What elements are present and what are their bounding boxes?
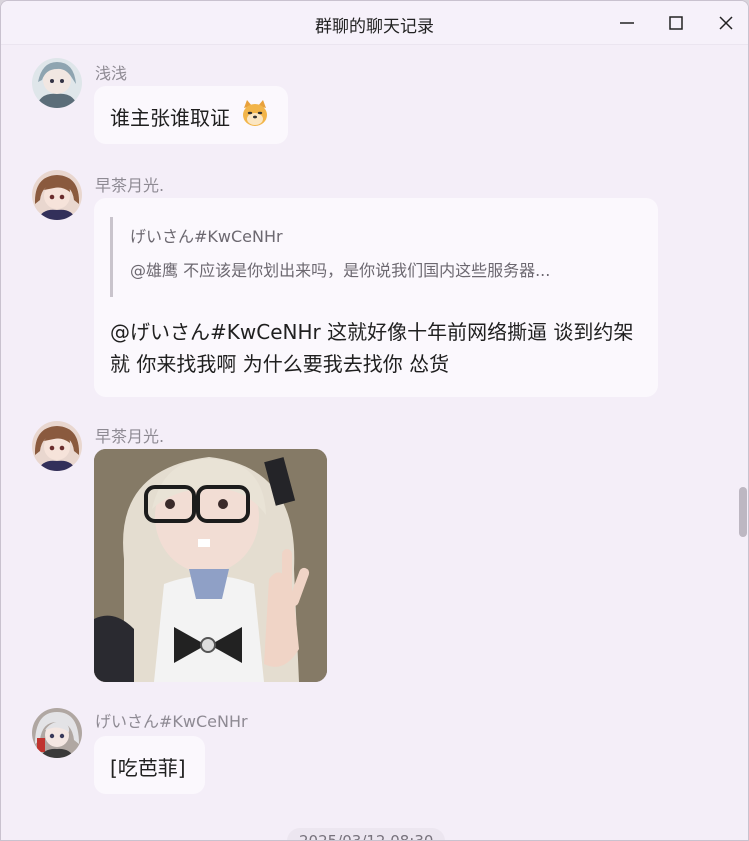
date-divider: 2025/03/12 08:30 [287,828,446,840]
close-button[interactable] [706,9,746,37]
sender-name: 早茶月光. [95,176,165,195]
message-text: @げいさん#KwCeNHr 这就好像十年前网络撕逼 谈到约架就 你来找我啊 为什… [110,320,634,376]
message-text: [吃芭菲] [110,756,186,780]
minimize-icon [620,22,634,24]
quoted-text: @雄鹰 不应该是你划出来吗，是你说我们国内这些服务器... [130,261,551,280]
title-bar: 群聊的聊天记录 [1,1,748,45]
maximize-icon [669,16,683,30]
avatar[interactable] [32,708,82,758]
close-icon [719,16,733,30]
avatar[interactable] [32,421,82,471]
message-bubble[interactable]: 谁主张谁取证 [94,86,288,144]
message-bubble[interactable]: げいさん#KwCeNHr @雄鹰 不应该是你划出来吗，是你说我们国内这些服务器.… [94,198,658,397]
message-bubble[interactable]: [吃芭菲] [94,736,205,794]
message-text: 谁主张谁取证 [110,106,230,130]
avatar[interactable] [32,170,82,220]
minimize-button[interactable] [607,9,647,37]
chat-history-window: 群聊的聊天记录 浅浅 谁主张谁取证 早茶月光. げいさん#KwCeNHr @雄鹰… [0,0,749,841]
maximize-button[interactable] [656,9,696,37]
avatar[interactable] [32,58,82,108]
sender-name: げいさん#KwCeNHr [95,712,248,731]
scrollbar-thumb[interactable] [739,487,747,537]
image-message[interactable] [94,449,327,682]
quoted-message[interactable]: げいさん#KwCeNHr @雄鹰 不应该是你划出来吗，是你说我们国内这些服务器.… [110,217,630,297]
quoted-sender: げいさん#KwCeNHr [130,227,283,246]
doge-emoji-icon [243,100,267,126]
sender-name: 浅浅 [95,64,128,83]
message-list[interactable]: 浅浅 谁主张谁取证 早茶月光. げいさん#KwCeNHr @雄鹰 不应该是你划出… [1,46,748,840]
sender-name: 早茶月光. [95,427,165,446]
